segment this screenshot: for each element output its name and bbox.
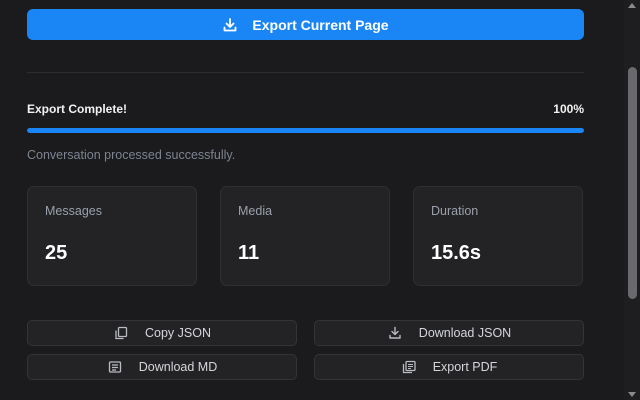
export-pdf-label: Export PDF	[432, 360, 498, 374]
download-json-label: Download JSON	[418, 326, 512, 340]
pdf-icon	[401, 359, 417, 375]
progress-bar-fill	[27, 128, 584, 133]
export-current-page-button[interactable]: Export Current Page	[27, 9, 584, 40]
stat-value: 15.6s	[431, 242, 482, 264]
copy-json-label: Copy JSON	[145, 326, 211, 340]
copy-icon	[113, 325, 129, 341]
stat-card-media: Media 11	[220, 186, 390, 286]
scroll-up-arrow-icon[interactable]	[628, 3, 636, 8]
copy-json-button[interactable]: Copy JSON	[27, 320, 297, 346]
progress-percent: 100%	[553, 102, 584, 116]
divider	[27, 72, 584, 73]
export-panel: Export Current Page Export Complete! 100…	[0, 0, 640, 400]
download-md-label: Download MD	[138, 360, 218, 374]
stat-card-messages: Messages 25	[27, 186, 197, 286]
export-pdf-button[interactable]: Export PDF	[314, 354, 584, 380]
stat-value: 11	[238, 242, 260, 264]
scroll-down-arrow-icon[interactable]	[628, 392, 636, 397]
stat-label: Duration	[431, 204, 479, 218]
stat-value: 25	[45, 242, 68, 264]
scrollbar-thumb[interactable]	[628, 67, 637, 299]
scrollbar[interactable]	[624, 0, 640, 400]
download-json-button[interactable]: Download JSON	[314, 320, 584, 346]
progress-label: Export Complete!	[27, 102, 128, 116]
download-icon	[222, 17, 238, 33]
status-message: Conversation processed successfully.	[27, 148, 236, 162]
stat-label: Messages	[45, 204, 102, 218]
export-current-page-label: Export Current Page	[252, 16, 389, 33]
progress-bar	[27, 128, 584, 133]
download-icon	[387, 325, 403, 341]
stat-card-duration: Duration 15.6s	[413, 186, 583, 286]
stat-label: Media	[238, 204, 273, 218]
download-md-button[interactable]: Download MD	[27, 354, 297, 380]
document-icon	[107, 359, 123, 375]
